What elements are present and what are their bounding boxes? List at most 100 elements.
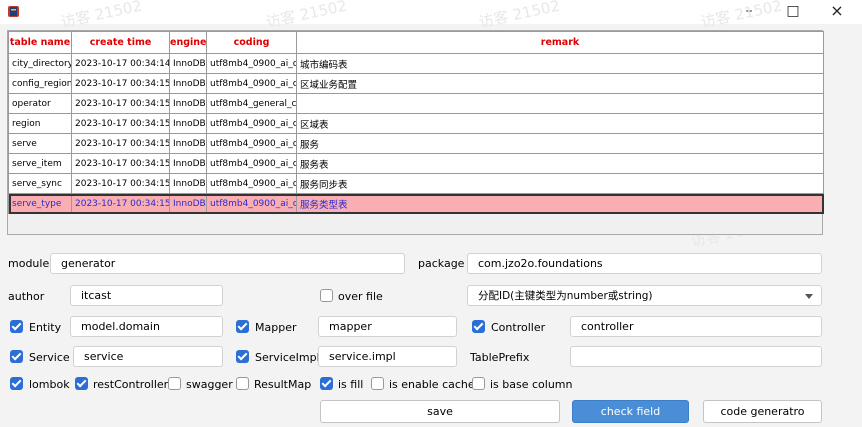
restcontroller-label: restController <box>93 378 169 391</box>
cell-table-name: city_directory <box>8 53 72 74</box>
lombok-label: lombok <box>29 378 70 391</box>
tableprefix-label: TablePrefix <box>470 351 530 364</box>
module-input[interactable]: generator <box>50 253 405 274</box>
cell-create-time: 2023-10-17 00:34:14 <box>71 53 170 74</box>
serviceimpl-checkbox[interactable] <box>236 350 249 363</box>
entity-checkbox[interactable] <box>10 320 23 333</box>
cell-coding: utf8mb4_0900_ai_ci <box>206 133 297 154</box>
cell-remark: 城市编码表 <box>296 53 824 74</box>
table-row[interactable]: serve 2023-10-17 00:34:15 InnoDB utf8mb4… <box>8 133 824 154</box>
over-file-label: over file <box>338 290 383 303</box>
entity-input[interactable]: model.domain <box>70 316 223 337</box>
column-header-create-time[interactable]: create time <box>71 31 170 54</box>
table-list[interactable]: table name create time engine coding rem… <box>7 30 824 235</box>
service-checkbox[interactable] <box>10 350 23 363</box>
swagger-label: swagger <box>186 378 233 391</box>
serviceimpl-label: ServiceImpl <box>255 351 320 364</box>
resultmap-checkbox[interactable] <box>236 377 249 390</box>
tableprefix-input[interactable] <box>570 346 822 367</box>
cell-create-time: 2023-10-17 00:34:15 <box>71 73 170 94</box>
cell-create-time: 2023-10-17 00:34:15 <box>71 93 170 114</box>
cell-remark: 区域业务配置 <box>296 73 824 94</box>
column-header-coding[interactable]: coding <box>206 31 297 54</box>
column-header-engine[interactable]: engine <box>169 31 207 54</box>
author-input[interactable]: itcast <box>70 285 223 306</box>
enable-cache-label: is enable cache <box>389 378 475 391</box>
cell-remark: 区域表 <box>296 113 824 134</box>
id-type-select[interactable]: 分配ID(主键类型为number或string) <box>467 285 822 306</box>
base-column-label: is base column <box>490 378 573 391</box>
cell-remark: 服务表 <box>296 153 824 174</box>
cell-coding: utf8mb4_0900_ai_ci <box>206 193 297 214</box>
cell-table-name: serve_type <box>8 193 72 214</box>
cell-table-name: operator <box>8 93 72 114</box>
column-header-remark[interactable]: remark <box>296 31 824 54</box>
package-input[interactable]: com.jzo2o.foundations <box>467 253 822 274</box>
table-header-row: table name create time engine coding rem… <box>8 31 824 54</box>
mapper-checkbox[interactable] <box>236 320 249 333</box>
table-row[interactable]: region 2023-10-17 00:34:15 InnoDB utf8mb… <box>8 113 824 134</box>
table-row[interactable]: config_region 2023-10-17 00:34:15 InnoDB… <box>8 73 824 94</box>
cell-coding: utf8mb4_0900_ai_ci <box>206 153 297 174</box>
base-column-checkbox[interactable] <box>472 377 485 390</box>
cell-table-name: region <box>8 113 72 134</box>
table-row-selected[interactable]: serve_type 2023-10-17 00:34:15 InnoDB ut… <box>8 193 824 214</box>
restcontroller-checkbox[interactable] <box>75 377 88 390</box>
controller-input[interactable]: controller <box>570 316 822 337</box>
module-label: module <box>8 257 50 270</box>
cell-remark <box>296 93 824 114</box>
cell-remark: 服务同步表 <box>296 173 824 194</box>
minimize-button[interactable]: – <box>729 0 769 24</box>
package-label: package <box>418 257 465 270</box>
table-row[interactable]: operator 2023-10-17 00:34:15 InnoDB utf8… <box>8 93 824 114</box>
cell-engine: InnoDB <box>169 113 207 134</box>
service-input[interactable]: service <box>73 346 223 367</box>
cell-engine: InnoDB <box>169 153 207 174</box>
cell-engine: InnoDB <box>169 53 207 74</box>
cell-engine: InnoDB <box>169 193 207 214</box>
table-row[interactable]: city_directory 2023-10-17 00:34:14 InnoD… <box>8 53 824 74</box>
column-header-table-name[interactable]: table name <box>8 31 72 54</box>
cell-coding: utf8mb4_0900_ai_ci <box>206 113 297 134</box>
close-button[interactable]: × <box>817 0 857 24</box>
cell-remark: 服务 <box>296 133 824 154</box>
controller-checkbox[interactable] <box>472 320 485 333</box>
cell-engine: InnoDB <box>169 73 207 94</box>
maximize-button[interactable]: □ <box>773 0 813 24</box>
isfill-checkbox[interactable] <box>320 377 333 390</box>
title-bar: – □ × <box>0 0 862 24</box>
cell-coding: utf8mb4_general_ci <box>206 93 297 114</box>
cell-engine: InnoDB <box>169 133 207 154</box>
table-row[interactable]: serve_sync 2023-10-17 00:34:15 InnoDB ut… <box>8 173 824 194</box>
controller-label: Controller <box>491 321 546 334</box>
cell-coding: utf8mb4_0900_ai_ci <box>206 173 297 194</box>
id-type-value: 分配ID(主键类型为number或string) <box>478 290 653 302</box>
cell-remark: 服务类型表 <box>296 193 824 214</box>
resultmap-label: ResultMap <box>254 378 312 391</box>
cell-coding: utf8mb4_0900_ai_ci <box>206 53 297 74</box>
cell-create-time: 2023-10-17 00:34:15 <box>71 153 170 174</box>
swagger-checkbox[interactable] <box>168 377 181 390</box>
cell-engine: InnoDB <box>169 173 207 194</box>
cell-table-name: serve <box>8 133 72 154</box>
cell-create-time: 2023-10-17 00:34:15 <box>71 193 170 214</box>
code-generator-button[interactable]: code generatro <box>703 400 822 423</box>
cell-coding: utf8mb4_0900_ai_ci <box>206 73 297 94</box>
author-label: author <box>8 290 45 303</box>
cell-create-time: 2023-10-17 00:34:15 <box>71 113 170 134</box>
check-field-button[interactable]: check field <box>572 400 689 423</box>
save-button[interactable]: save <box>320 400 560 423</box>
enable-cache-checkbox[interactable] <box>371 377 384 390</box>
cell-engine: InnoDB <box>169 93 207 114</box>
cell-table-name: serve_sync <box>8 173 72 194</box>
mapper-input[interactable]: mapper <box>318 316 457 337</box>
over-file-checkbox[interactable] <box>320 289 333 302</box>
mapper-label: Mapper <box>255 321 297 334</box>
app-icon <box>8 6 19 17</box>
cell-table-name: config_region <box>8 73 72 94</box>
serviceimpl-input[interactable]: service.impl <box>318 346 457 367</box>
table-row[interactable]: serve_item 2023-10-17 00:34:15 InnoDB ut… <box>8 153 824 174</box>
entity-label: Entity <box>29 321 62 334</box>
cell-create-time: 2023-10-17 00:34:15 <box>71 173 170 194</box>
lombok-checkbox[interactable] <box>10 377 23 390</box>
